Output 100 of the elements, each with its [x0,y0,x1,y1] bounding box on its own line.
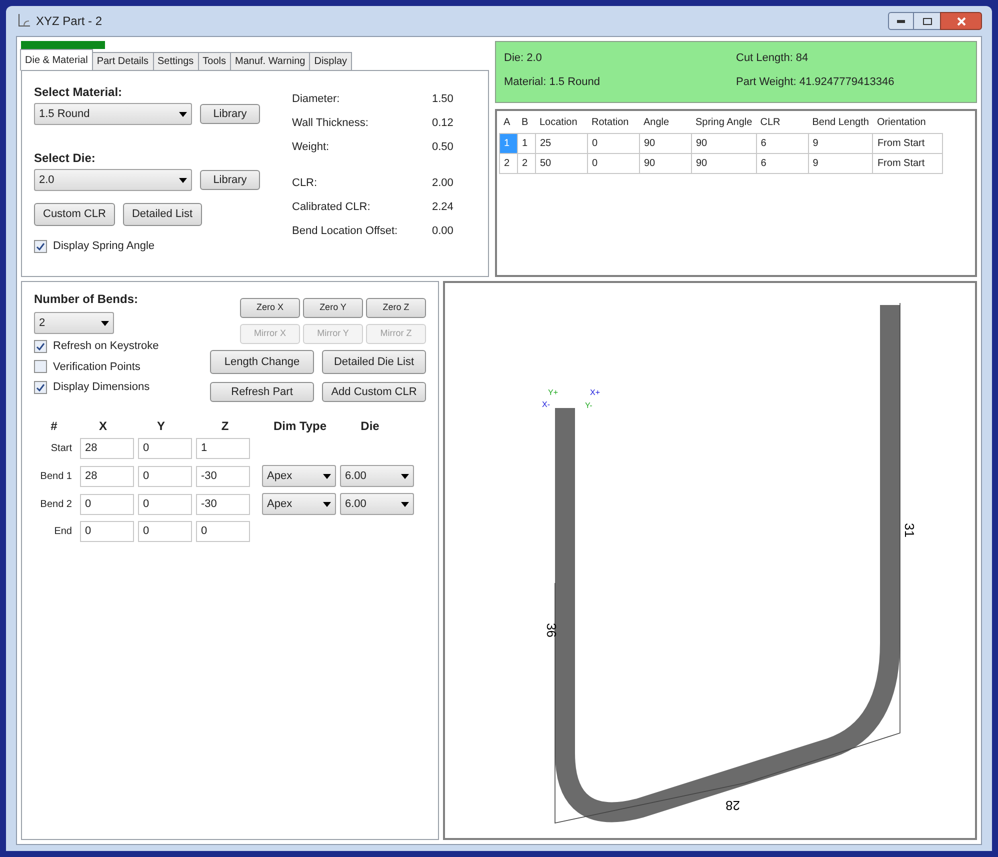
action-button[interactable]: Length Change [210,350,314,374]
dropdown-arrow-icon [323,474,331,478]
minimize-icon [897,20,905,22]
table-cell: 0 [588,133,640,153]
action-button[interactable]: Detailed List [122,203,202,226]
dim-type-dropdown[interactable]: Apex [262,465,336,487]
column-header: Dim Type [272,418,328,435]
property-label: Wall Thickness: [292,116,370,131]
checkbox[interactable] [34,240,47,253]
column-header: CLR [756,113,808,133]
input-field[interactable]: 1 [196,438,250,459]
input-field[interactable]: 28 [80,466,134,486]
input-field[interactable]: 0 [138,438,192,459]
axis-label: Y+ [548,388,558,397]
close-button[interactable] [940,12,982,30]
library-button[interactable]: Library [200,104,260,124]
table-cell: 25 [536,133,588,153]
tab[interactable]: Manuf. Warning [230,52,310,71]
dropdown-arrow-icon [401,474,409,478]
column-header: Spring Angle [692,113,756,133]
die-dropdown[interactable]: 6.00 [340,465,414,487]
axis-button[interactable]: Zero X [240,298,300,318]
action-button[interactable]: Custom CLR [34,203,115,226]
die-dropdown[interactable]: 6.00 [340,493,414,515]
maximize-button[interactable] [914,12,940,30]
property-value: 1.50 [432,92,454,107]
dropdown-arrow-icon [101,320,109,326]
table-cell: 0 [588,153,640,173]
bends-dropdown[interactable]: 2 [34,312,114,334]
table-cell: 90 [692,133,756,153]
summary-text: Die: 2.0 [504,51,543,66]
column-header: Bend Length [808,113,873,133]
field-label: Select Die: [34,150,96,167]
input-field[interactable]: -30 [196,494,250,514]
window-title: XYZ Part - 2 [36,13,102,30]
tab[interactable]: Part Details [92,52,154,71]
minimize-button[interactable] [888,12,914,30]
die-dropdown[interactable]: 2.0 [34,169,192,191]
column-header: Location [536,113,588,133]
table-cell: 90 [692,153,756,173]
checkbox[interactable] [34,340,47,353]
checkbox[interactable] [34,380,47,394]
field-label: Select Material: [34,84,124,101]
checkbox-label: Refresh on Keystroke [53,339,159,354]
table-cell: 2 [518,153,536,173]
action-button[interactable]: Add Custom CLR [322,382,426,402]
property-label: Diameter: [292,92,341,107]
axis-label: X- [542,400,550,409]
property-label: Calibrated CLR: [292,200,372,215]
column-header: Rotation [588,113,640,133]
action-button[interactable]: Detailed Die List [322,350,426,374]
row-label: Bend 1 [39,470,73,484]
summary-text: Part Weight: 41.9247779413346 [736,75,896,90]
checkbox[interactable] [34,360,47,374]
input-field[interactable]: 0 [196,521,250,542]
axis-label: X+ [590,388,600,397]
dimension-label: 31 [902,523,917,538]
summary-text: Cut Length: 84 [736,51,810,66]
column-header: X [98,418,108,435]
property-value: 2.24 [432,200,454,215]
table-cell: 9 [808,133,873,153]
axis-button[interactable]: Zero Z [366,298,426,318]
checkbox-label: Verification Points [53,360,140,374]
dropdown-arrow-icon [179,112,187,116]
axis-label: Y- [585,401,592,410]
dropdown-arrow-icon [179,178,187,182]
app-logo-icon [16,13,32,29]
field-label: Number of Bends: [34,291,140,308]
column-header: Y [156,418,166,435]
tab[interactable]: Settings [152,52,199,71]
library-button[interactable]: Library [200,170,260,190]
property-label: Weight: [292,140,330,155]
column-header: Z [220,418,230,435]
checkbox-label: Display Dimensions [53,380,150,395]
input-field[interactable]: -30 [196,466,250,486]
summary-text: Material: 1.5 Round [504,75,601,90]
property-label: Bend Location Offset: [292,224,399,239]
dropdown-arrow-icon [401,502,409,506]
input-field[interactable]: 0 [138,521,192,542]
row-label: Bend 2 [39,498,73,512]
dim-type-dropdown[interactable]: Apex [262,493,336,515]
input-field[interactable]: 28 [80,438,134,459]
tab[interactable]: Display [309,52,352,71]
table-cell: 6 [756,153,808,173]
input-field[interactable]: 0 [80,494,134,514]
property-value: 0.50 [432,140,454,155]
close-icon [956,16,966,26]
action-button[interactable]: Refresh Part [210,382,314,402]
table-cell: 2 [500,153,518,173]
column-header: A [500,113,518,133]
table-cell: 50 [536,153,588,173]
axis-button[interactable]: Zero Y [303,298,363,318]
input-field[interactable]: 0 [138,466,192,486]
table-cell: 90 [640,133,692,153]
tab[interactable]: Die & Material [20,49,93,71]
input-field[interactable]: 0 [80,521,134,542]
column-header: # [50,418,58,435]
input-field[interactable]: 0 [138,494,192,514]
table-cell: 6 [756,133,808,153]
material-dropdown[interactable]: 1.5 Round [34,103,192,125]
